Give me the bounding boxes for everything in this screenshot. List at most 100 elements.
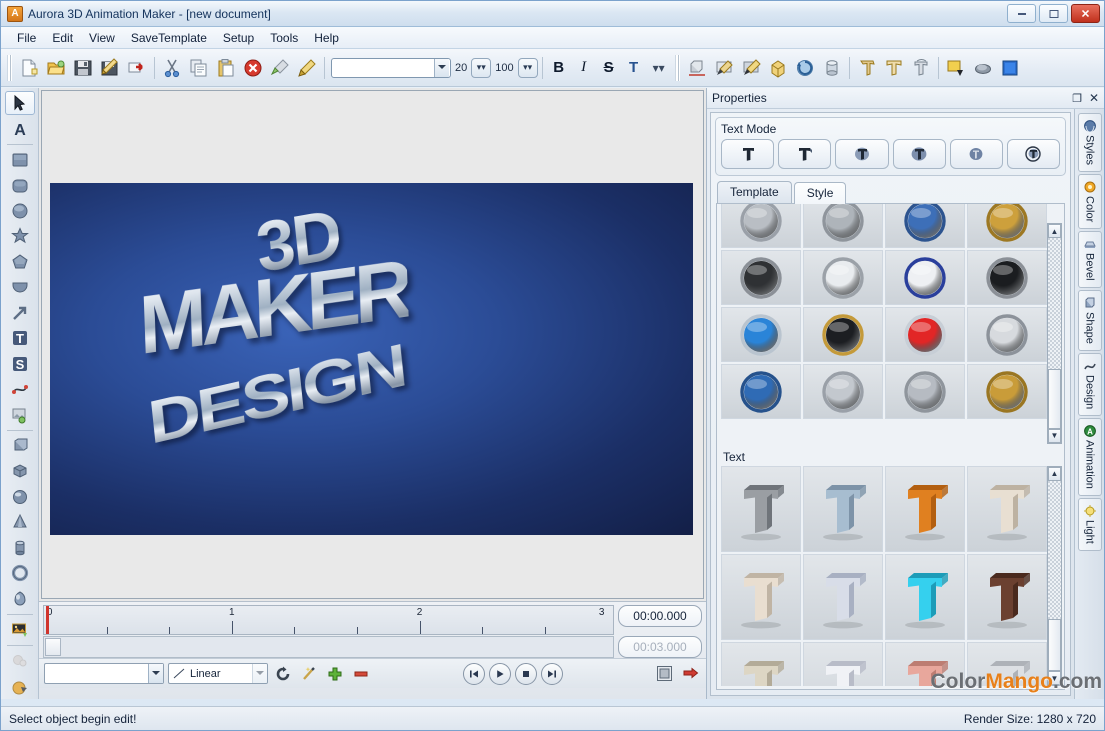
timeline-ruler[interactable]: 0 1 2 3 [43, 605, 614, 635]
shape-style-partial-blue2[interactable] [721, 364, 801, 419]
plane-3d-tool[interactable] [5, 434, 35, 458]
viewport[interactable]: 3D MAKER DESIGN [41, 90, 704, 599]
special-3d-tool[interactable] [5, 586, 35, 610]
image-shape-tool[interactable] [5, 402, 35, 426]
paste-icon[interactable] [213, 55, 239, 81]
magic-wand-button[interactable] [298, 663, 320, 685]
torus-3d-tool[interactable] [5, 561, 35, 585]
italic-button[interactable]: I [572, 56, 596, 80]
tab-style[interactable]: Style [794, 182, 847, 204]
star-tool[interactable] [5, 224, 35, 248]
cut-icon[interactable] [159, 55, 185, 81]
save-as-icon[interactable] [97, 55, 123, 81]
menu-help[interactable]: Help [306, 29, 347, 47]
shape-scrollbar[interactable]: ▲ ▼ [1047, 223, 1062, 444]
ellipse-tool[interactable] [5, 199, 35, 223]
scroll-down-icon[interactable]: ▼ [1048, 429, 1061, 443]
text-mode-flat[interactable] [721, 139, 774, 169]
arrow-shape-tool[interactable] [5, 301, 35, 325]
text-color-button[interactable]: T [622, 56, 646, 80]
float-panel-button[interactable]: ❐ [1072, 92, 1082, 105]
text-style-white-blue[interactable] [803, 554, 883, 640]
shape-gallery[interactable]: ▲ ▼ [721, 223, 1062, 444]
text-mode-round[interactable] [893, 139, 946, 169]
text-style-blue-steel[interactable] [803, 466, 883, 552]
menu-tools[interactable]: Tools [262, 29, 306, 47]
rounded-rect-tool[interactable] [5, 173, 35, 197]
new-document-icon[interactable] [16, 55, 42, 81]
shape-style-partial-blue[interactable] [885, 203, 965, 248]
close-panel-button[interactable]: ✕ [1089, 91, 1099, 105]
text-style-sandstone[interactable] [721, 642, 801, 687]
text-style-brown[interactable] [967, 554, 1047, 640]
font-size-stepper[interactable]: ▾▾ [471, 58, 491, 78]
open-document-icon[interactable] [43, 55, 69, 81]
shape-style-partial-silver2[interactable] [803, 364, 883, 419]
render-preview-button[interactable] [653, 663, 675, 685]
vtab-color[interactable]: Color [1078, 174, 1102, 229]
text-style-cyan[interactable] [885, 554, 965, 640]
add-keyframe-button[interactable] [324, 663, 346, 685]
copy-icon[interactable] [186, 55, 212, 81]
particle-tool[interactable] [5, 649, 35, 673]
text-style-cream[interactable] [967, 466, 1047, 552]
render-canvas[interactable]: 3D MAKER DESIGN [50, 183, 693, 535]
shape-style-partial-grey2[interactable] [885, 364, 965, 419]
clean-icon[interactable] [267, 55, 293, 81]
text-shape-tool[interactable]: T [5, 326, 35, 350]
sphere-3d-tool[interactable] [5, 485, 35, 509]
object-select[interactable] [44, 663, 164, 684]
light-icon[interactable] [970, 55, 996, 81]
current-time-field[interactable]: 00:00.000 [618, 605, 702, 627]
go-to-start-button[interactable] [463, 663, 485, 685]
menu-edit[interactable]: Edit [44, 29, 81, 47]
menu-view[interactable]: View [81, 29, 123, 47]
menu-setup[interactable]: Setup [215, 29, 262, 47]
scroll-thumb[interactable] [1048, 619, 1061, 671]
text-gallery[interactable]: ▲ ▼ [721, 466, 1062, 687]
scroll-thumb[interactable] [1048, 369, 1061, 429]
save-icon[interactable] [70, 55, 96, 81]
image-tool[interactable] [5, 618, 35, 642]
text-3d-icon[interactable] [854, 55, 880, 81]
toolbar-grip-2[interactable] [675, 55, 680, 81]
go-to-end-button[interactable] [541, 663, 563, 685]
text-mode-extrude[interactable] [778, 139, 831, 169]
vtab-styles[interactable]: Styles [1078, 113, 1102, 172]
total-time-field[interactable]: 00:03.000 [618, 636, 702, 658]
svg-shape-tool[interactable]: S [5, 351, 35, 375]
cone-3d-tool[interactable] [5, 510, 35, 534]
brush-tool-icon[interactable] [711, 55, 737, 81]
text-style-orange[interactable] [885, 466, 965, 552]
shape-style-partial-grey[interactable] [803, 203, 883, 248]
text-mode-ring[interactable] [1007, 139, 1060, 169]
font-name-combo[interactable] [331, 58, 451, 78]
scroll-up-icon[interactable]: ▲ [1048, 224, 1061, 238]
vtab-bevel[interactable]: Bevel [1078, 231, 1102, 288]
rotate-tool-icon[interactable] [792, 55, 818, 81]
text-scrollbar[interactable]: ▲ ▼ [1047, 466, 1062, 687]
cube-tool-icon[interactable] [765, 55, 791, 81]
shape-style-gold-black[interactable] [803, 307, 883, 362]
stop-button[interactable] [515, 663, 537, 685]
strikethrough-button[interactable]: S [597, 56, 621, 80]
toolbar-grip[interactable] [7, 55, 12, 81]
pen-tool-icon[interactable] [738, 55, 764, 81]
refresh-keyframe-button[interactable] [272, 663, 294, 685]
shape-style-partial-silver[interactable] [721, 203, 801, 248]
menu-file[interactable]: File [9, 29, 44, 47]
menu-savetemplate[interactable]: SaveTemplate [123, 29, 215, 47]
toolbar-overflow-button[interactable]: ▾▾ [647, 56, 671, 80]
color-fill-icon[interactable] [943, 55, 969, 81]
timeline-track[interactable] [43, 636, 614, 658]
shape-style-blue-ring[interactable] [885, 250, 965, 305]
text-style-ivory[interactable] [721, 554, 801, 640]
chevron-down-icon[interactable] [252, 664, 267, 683]
shape-style-bright-blue[interactable] [721, 307, 801, 362]
vtab-design[interactable]: Design [1078, 353, 1102, 416]
shape-style-red-gloss[interactable] [885, 307, 965, 362]
text-style-grey[interactable] [721, 466, 801, 552]
shape-style-brushed-silver[interactable] [967, 307, 1047, 362]
text-shape-icon[interactable] [908, 55, 934, 81]
rectangle-tool[interactable] [5, 148, 35, 172]
